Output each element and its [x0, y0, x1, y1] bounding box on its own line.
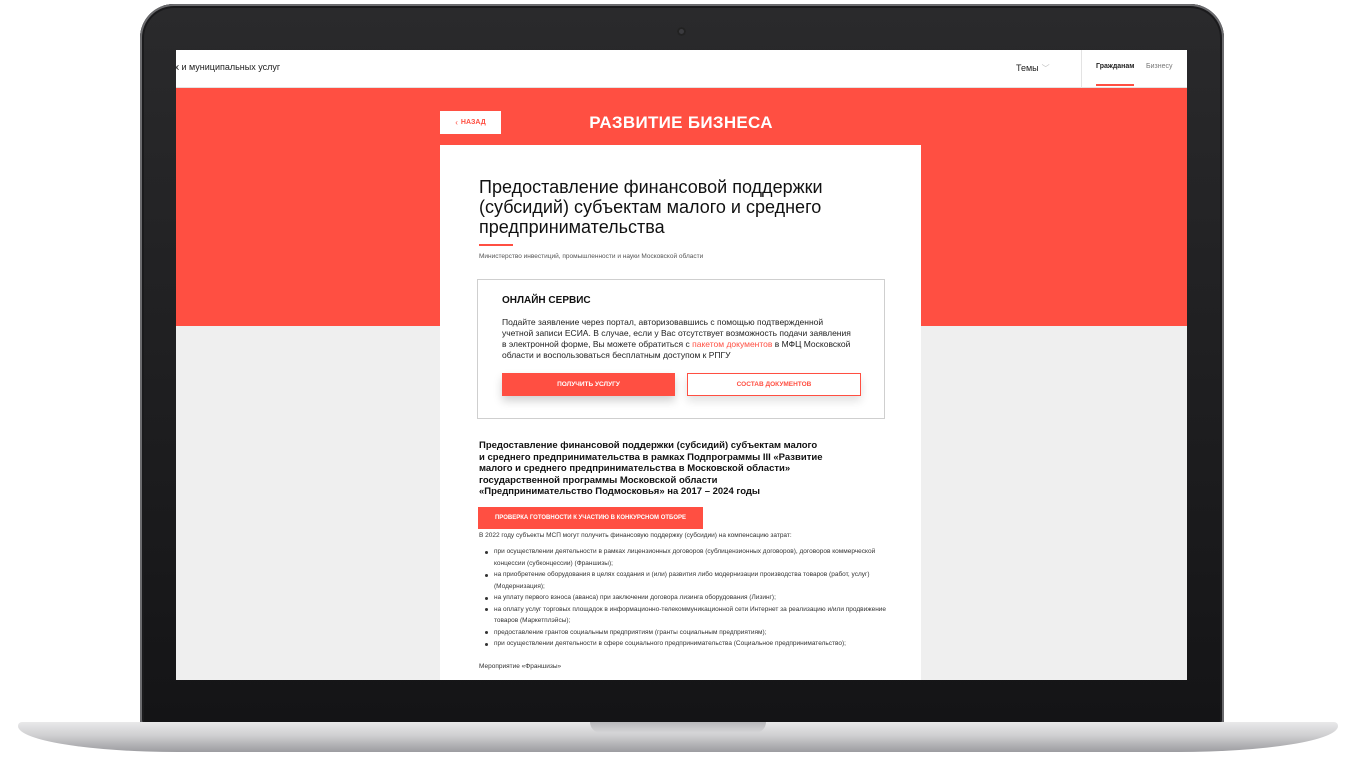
back-button[interactable]: ‹ НАЗАД: [440, 111, 501, 134]
laptop-base-groove: [590, 722, 766, 733]
online-service-heading: ОНЛАЙН СЕРВИС: [502, 295, 591, 306]
topics-label: Темы: [1016, 63, 1039, 73]
camera-icon: [677, 27, 686, 36]
service-card: Предоставление финансовой поддержки (суб…: [440, 145, 921, 680]
compensation-intro: В 2022 году субъекты МСП могут получить …: [479, 532, 792, 539]
program-title: Предоставление финансовой поддержки (суб…: [479, 440, 823, 497]
list-item: на уплату первого взноса (аванса) при за…: [479, 592, 899, 604]
readiness-check-button[interactable]: ПРОВЕРКА ГОТОВНОСТИ К УЧАСТИЮ В КОНКУРСН…: [478, 507, 703, 529]
header-divider: [1081, 50, 1082, 87]
list-item: при осуществлении деятельности в рамках …: [479, 546, 899, 569]
chevron-down-icon: ﹀: [1041, 64, 1050, 73]
laptop-screen: ых и муниципальных услуг Темы ﹀ Гражданам…: [176, 50, 1187, 680]
page-title: Предоставление финансовой поддержки (суб…: [479, 177, 823, 237]
back-label: НАЗАД: [460, 119, 486, 126]
chevron-left-icon: ‹: [455, 118, 458, 127]
online-service-text: Подайте заявление через портал, авторизо…: [502, 317, 852, 361]
documents-list-button[interactable]: СОСТАВ ДОКУМЕНТОВ: [687, 373, 861, 396]
documents-package-link[interactable]: пакетом документов: [692, 339, 772, 349]
portal-name[interactable]: ых и муниципальных услуг: [176, 62, 280, 72]
title-underline: [479, 244, 513, 246]
event-franchise-label: Мероприятие «Франшизы»: [479, 663, 562, 670]
section-title: РАЗВИТИЕ БИЗНЕСА: [589, 113, 773, 132]
list-item: предоставление грантов социальным предпр…: [479, 627, 899, 639]
site-header: ых и муниципальных услуг Темы ﹀ Гражданам…: [176, 50, 1187, 88]
list-item: при осуществлении деятельности в сфере с…: [479, 638, 899, 650]
get-service-button[interactable]: ПОЛУЧИТЬ УСЛУГУ: [502, 373, 675, 396]
tab-citizens[interactable]: Гражданам: [1096, 63, 1135, 86]
tab-business[interactable]: Бизнесу: [1146, 63, 1172, 70]
topics-menu[interactable]: Темы ﹀: [1016, 63, 1050, 74]
list-item: на оплату услуг торговых площадок в инфо…: [479, 604, 899, 627]
ministry-name: Министерство инвестиций, промышленности …: [479, 253, 704, 260]
list-item: на приобретение оборудования в целях соз…: [479, 569, 899, 592]
compensation-list: при осуществлении деятельности в рамках …: [479, 546, 899, 650]
online-service-box: ОНЛАЙН СЕРВИС Подайте заявление через по…: [477, 279, 885, 419]
